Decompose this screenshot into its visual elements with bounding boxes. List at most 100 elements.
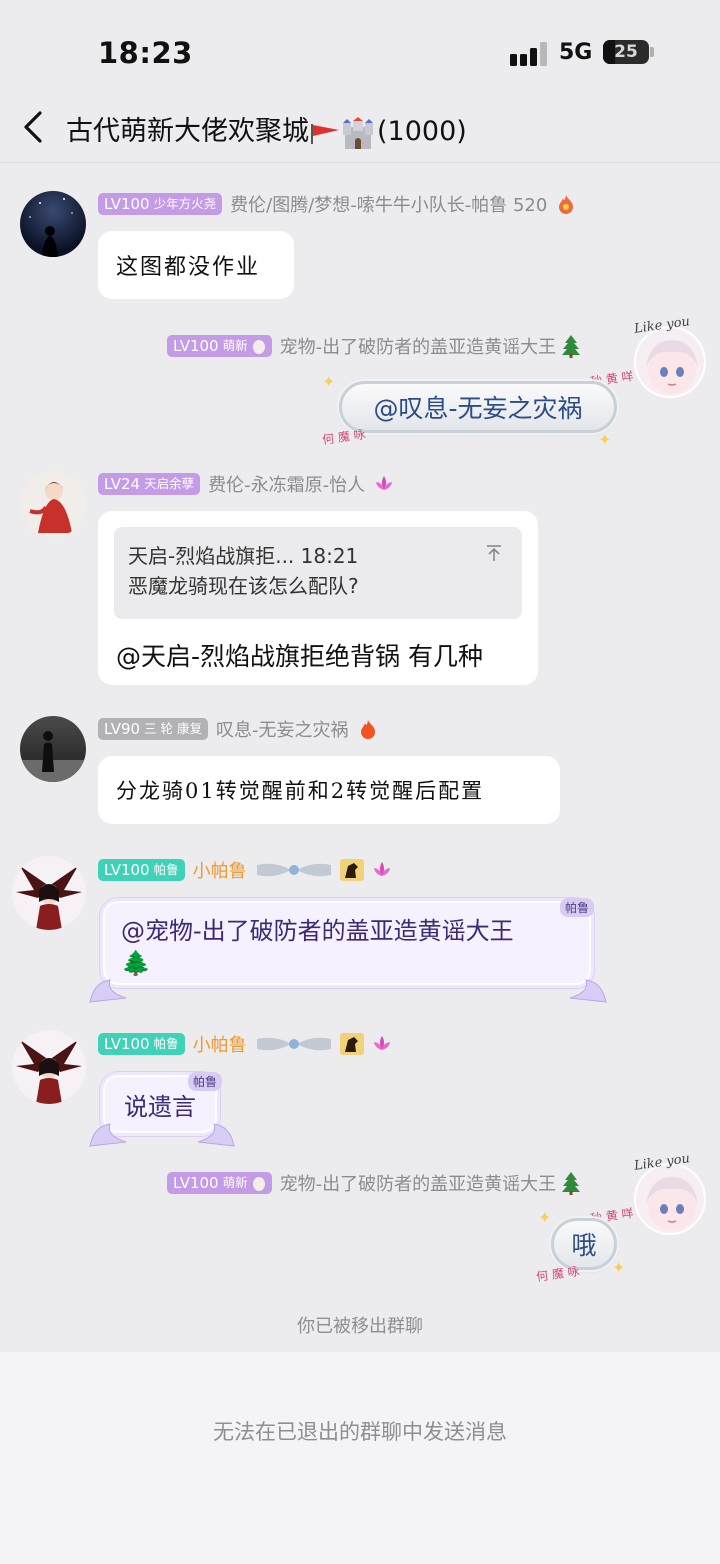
avatar[interactable] [12,856,86,930]
sender-nickname[interactable]: 叹息-无妄之灾祸 [216,716,349,742]
level-number: LV90 [104,720,141,738]
sender-nickname[interactable]: 小帕鲁 [193,1031,247,1057]
sender-nickname[interactable]: 费伦-永冻霜原-怡人 [208,471,365,497]
footer-notice: 无法在已退出的群聊中发送消息 [213,1420,507,1444]
level-title: 帕鲁 [153,1036,179,1051]
message-text-line: @宠物-出了破防者的盖亚造黄谣大王 [121,917,514,945]
petal-deco-icon [569,979,607,1003]
message-meta: LV100 萌新 宠物-出了破防者的盖亚造黄谣大王 [167,334,582,358]
message-meta: LV100 帕鲁 小帕鲁 [98,1032,393,1056]
message-text: @叹息-无妄之灾祸 [373,394,583,423]
level-number: LV100 [104,195,150,213]
back-arrow-icon[interactable] [20,109,50,145]
egg-icon [252,1177,265,1191]
person-silhouette-avatar-icon [20,731,86,782]
level-badge: LV100 帕鲁 [98,859,185,881]
message-text: 说遗言 [124,1092,196,1121]
lotus-badge-icon [376,476,393,490]
red-dress-girl-avatar-icon [29,482,72,533]
level-badge: LV100 少年方火尧 [98,193,223,215]
message-meta: LV100 萌新 宠物-出了破防者的盖亚造黄谣大王 [167,1171,582,1195]
message-bubble[interactable]: 分龙骑01转觉醒前和2转觉醒后配置 [98,756,560,824]
horse-badge-icon [339,859,364,881]
pine-tree-icon [562,1172,581,1195]
level-title: 少年方火尧 [153,196,217,211]
status-bar: 18:23 5G 25 [0,0,720,95]
message-text: 分龙骑01转觉醒前和2转觉醒后配置 [116,779,485,803]
sender-nickname[interactable]: 费伦/图腾/梦想-嗦牛牛小队长-帕鲁 520 [230,191,547,217]
sparkle-icon: ✦ [598,430,612,449]
message-meta: LV90 三 轮 康复 叹息-无妄之灾祸 [98,717,379,741]
level-title: 帕鲁 [153,862,179,877]
message-text: @宠物-出了破防者的盖亚造黄谣大王 🌲 [121,915,514,979]
lotus-badge-icon [373,1036,390,1050]
network-type: 5G [559,40,593,65]
message-bubble[interactable]: 天启-烈焰战旗拒... 18:21 恶魔龙骑现在该怎么配队? @天启-烈焰战旗拒… [98,511,538,685]
red-flag-icon [311,123,339,144]
level-number: LV100 [104,861,150,879]
quote-text: 恶魔龙骑现在该怎么配队? [128,574,359,598]
sender-nickname[interactable]: 宠物-出了破防者的盖亚造黄谣大王 [280,333,557,359]
avatar[interactable] [634,1163,706,1235]
group-name: 古代萌新大佬欢聚城 [66,116,309,147]
pine-tree-icon [562,335,581,358]
level-number: LV100 [173,337,219,355]
input-area-disabled: 无法在已退出的群聊中发送消息 [0,1352,720,1564]
avatar[interactable] [20,471,86,537]
message-bubble[interactable]: @宠物-出了破防者的盖亚造黄谣大王 🌲 [100,898,594,988]
petal-deco-icon [89,979,127,1003]
dark-wings-character-avatar-icon [16,866,82,930]
anime-girl-avatar-icon [646,1177,698,1231]
petal-deco-icon [89,1123,127,1147]
message-text: 这图都没作业 [116,255,261,280]
level-title: 萌新 [222,338,248,353]
message-meta: LV100 帕鲁 小帕鲁 [98,858,393,882]
quoted-message[interactable]: 天启-烈焰战旗拒... 18:21 恶魔龙骑现在该怎么配队? [114,527,522,619]
anime-girl-avatar-icon [646,340,698,394]
avatar-silhouette-icon [29,198,73,257]
level-badge: LV100 萌新 [167,335,272,357]
level-badge: LV100 帕鲁 [98,1033,185,1055]
sparkle-icon: ✦ [538,1208,552,1227]
level-number: LV100 [104,1035,150,1053]
avatar[interactable] [12,1030,86,1104]
egg-icon [252,340,265,354]
message-bubble[interactable]: 哦 [551,1218,617,1270]
castle-icon [343,116,373,149]
wing-emblem-icon [256,1037,331,1051]
sparkle-icon: ✦ [322,372,336,391]
avatar[interactable] [20,716,86,782]
member-count: (1000) [377,116,467,147]
avatar[interactable] [634,326,706,398]
message-bubble[interactable]: 这图都没作业 [98,231,294,299]
level-badge: LV24 天启余孽 [98,473,201,495]
bubble-tag: 帕鲁 [560,898,595,917]
jump-to-top-icon[interactable] [484,543,504,563]
avatar[interactable] [20,191,86,257]
quote-author: 天启-烈焰战旗拒... 18:21 [128,544,359,568]
battery-cap [650,47,654,57]
level-title: 天启余孽 [144,476,195,491]
message-bubble[interactable]: @叹息-无妄之灾祸 [339,381,617,433]
fire-badge-icon [360,720,375,739]
message-text: @天启-烈焰战旗拒绝背锅 有几种 [116,642,483,671]
horse-badge-icon [339,1033,364,1055]
level-number: LV100 [173,1174,219,1192]
status-time: 18:23 [98,36,193,70]
pine-tree-icon: 🌲 [121,949,151,977]
bubble-tag: 帕鲁 [188,1072,223,1091]
level-number: LV24 [104,475,141,493]
chat-header: 古代萌新大佬欢聚城 (1000) [0,95,720,163]
sender-nickname[interactable]: 小帕鲁 [193,857,247,883]
sender-nickname[interactable]: 宠物-出了破防者的盖亚造黄谣大王 [280,1170,557,1196]
message-text: 哦 [571,1231,597,1260]
wing-emblem-icon [256,863,331,877]
bubble-deco-text: 何 魔 咏 [321,427,367,447]
system-notice: 你已被移出群聊 [297,1316,423,1337]
level-title: 三 轮 康复 [144,721,203,736]
lotus-badge-icon [373,862,390,876]
level-badge: LV100 萌新 [167,1172,272,1194]
battery-icon: 25 [603,40,649,64]
chat-title[interactable]: 古代萌新大佬欢聚城 (1000) [66,109,467,149]
dark-wings-character-avatar-icon [16,1040,82,1104]
